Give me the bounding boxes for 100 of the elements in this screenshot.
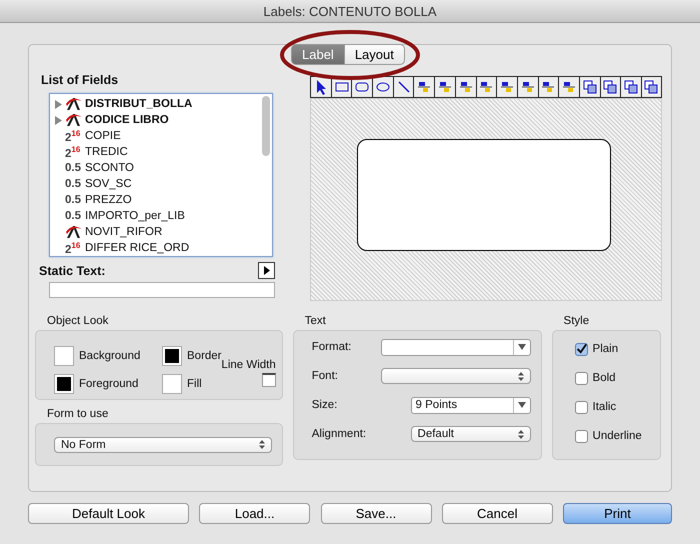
combo-box[interactable] — [380, 338, 531, 356]
checkmark-icon — [576, 342, 587, 356]
field-name[interactable]: DISTRIBUT_BOLLA — [85, 98, 192, 110]
field-name[interactable]: SOV_SC — [85, 178, 132, 190]
tool-button[interactable] — [310, 76, 331, 98]
swatch-label: Fill — [187, 378, 202, 390]
type-label: 2$^{16}$ — [65, 128, 82, 144]
group-title: Object Look — [47, 315, 110, 327]
disclosure-triangle-icon[interactable] — [54, 116, 62, 124]
tab[interactable]: Layout — [344, 44, 405, 65]
scrollbar-thumb[interactable] — [262, 96, 270, 156]
field-label: Format: — [312, 341, 352, 353]
field-name[interactable]: SCONTO — [85, 162, 134, 174]
tool-button[interactable] — [538, 76, 558, 98]
popup-button[interactable]: Default — [410, 426, 531, 442]
disclosure-triangle-icon[interactable] — [54, 100, 62, 108]
play-icon — [264, 266, 270, 275]
align-icon — [436, 79, 453, 95]
group-title: Form to use — [47, 408, 110, 420]
color-well[interactable] — [54, 374, 74, 394]
type-label: 2$^{16}$ — [65, 144, 82, 160]
checkbox[interactable] — [574, 400, 588, 414]
overlap-icon — [623, 79, 640, 95]
overlap-icon — [643, 79, 660, 95]
swatch-label: Foreground — [79, 378, 138, 390]
tool-button[interactable] — [516, 76, 538, 98]
dialog-button[interactable]: Cancel — [442, 503, 553, 524]
align-icon — [478, 79, 494, 95]
tool-button[interactable] — [392, 76, 414, 98]
checkbox-label: Italic — [592, 401, 616, 413]
tool-button[interactable] — [620, 76, 641, 98]
group-title: Style — [564, 315, 590, 327]
field-name[interactable]: COPIE — [85, 130, 121, 142]
tool-button[interactable] — [434, 76, 455, 98]
combo-box[interactable]: 9 Points — [410, 396, 531, 414]
dialog-button[interactable]: Print — [563, 503, 672, 524]
overlap-icon — [602, 79, 618, 95]
group-title: Text — [304, 315, 327, 327]
color-well[interactable] — [162, 374, 182, 394]
checkbox-label: Plain — [592, 343, 618, 355]
color-well[interactable] — [162, 346, 182, 366]
dialog-button[interactable]: Default Look — [28, 503, 189, 524]
up-down-arrows-icon — [259, 440, 265, 449]
field-name[interactable]: TREDIC — [85, 146, 128, 158]
checkbox-label: Underline — [592, 430, 642, 442]
tool-button[interactable] — [496, 76, 517, 98]
up-down-arrows-icon — [518, 430, 524, 438]
rounded-rectangle-shape[interactable] — [357, 138, 612, 250]
line-width-well[interactable] — [262, 373, 276, 387]
field-name[interactable]: DIFFER RICE_ORD — [85, 242, 190, 254]
color-well[interactable] — [54, 346, 74, 366]
type-label: 0.5 — [65, 194, 82, 206]
tool-button[interactable] — [578, 76, 600, 98]
align-icon — [561, 79, 578, 95]
checkbox[interactable] — [574, 430, 588, 442]
tool-button[interactable] — [641, 76, 662, 98]
text-type-icon — [65, 113, 83, 127]
field-name[interactable]: PREZZO — [85, 194, 132, 206]
dialog-button[interactable]: Save... — [320, 503, 432, 524]
text-type-icon — [65, 97, 83, 111]
field-label: Size: — [312, 399, 338, 411]
type-label: 2$^{16}$ — [65, 240, 82, 256]
dropdown-arrow-icon — [518, 402, 526, 408]
align-icon — [458, 79, 474, 95]
field-name[interactable]: NOVIT_RIFOR — [85, 226, 162, 238]
window-title: Labels: CONTENUTO BOLLA — [263, 4, 437, 18]
line-width-label: Line Width — [221, 359, 276, 371]
field-name[interactable]: CODICE LIBRO — [85, 114, 169, 126]
form-popup[interactable]: No Form — [54, 436, 272, 452]
popup-button[interactable] — [380, 368, 531, 384]
align-icon — [499, 79, 516, 95]
up-down-arrows-icon — [518, 372, 524, 380]
field-name[interactable]: IMPORTO_per_LIB — [85, 210, 185, 222]
tool-button[interactable] — [454, 76, 476, 98]
overlap-icon — [582, 79, 598, 95]
list-title: List of Fields — [41, 73, 120, 87]
swatch-label: Border — [187, 350, 222, 362]
text-type-icon — [65, 225, 83, 239]
align-icon — [520, 79, 536, 95]
checkbox[interactable] — [574, 372, 588, 384]
static-text-field[interactable] — [49, 282, 275, 298]
align-icon — [416, 79, 432, 95]
field-label: Alignment: — [312, 428, 366, 440]
static-text-label: Static Text: — [39, 264, 106, 278]
checkbox-label: Bold — [592, 372, 616, 384]
type-label: 0.5 — [65, 162, 82, 174]
tool-button[interactable] — [558, 76, 579, 98]
swatch-label: Background — [79, 350, 140, 362]
tool-button[interactable] — [476, 76, 496, 98]
dialog-button[interactable]: Load... — [199, 503, 310, 524]
arrow-button[interactable] — [258, 262, 275, 279]
field-label: Font: — [312, 370, 338, 382]
tab[interactable]: Label — [291, 44, 345, 65]
tool-button[interactable] — [600, 76, 620, 98]
dropdown-arrow-icon — [518, 344, 526, 350]
tool-button[interactable] — [413, 76, 434, 98]
align-icon — [540, 79, 556, 95]
checkbox[interactable] — [574, 342, 588, 356]
tool-button[interactable] — [372, 76, 393, 98]
type-label: 0.5 — [65, 210, 82, 222]
